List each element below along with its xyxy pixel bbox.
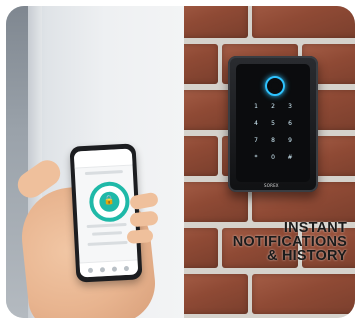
keypad-key: 7 <box>254 137 258 144</box>
keypad-key: 0 <box>271 154 275 161</box>
tab-icon <box>99 267 106 273</box>
product-image-card: 1 2 3 4 5 6 7 8 9 * 0 # SOREX 🔒 INSTANT … <box>6 6 355 318</box>
lock-status-icon: 🔒 <box>88 180 131 223</box>
keypad-key: 1 <box>254 103 258 110</box>
keypad-key: 5 <box>271 120 275 127</box>
finger <box>126 229 154 244</box>
smart-lock-keypad: 1 2 3 4 5 6 7 8 9 * 0 # SOREX <box>228 56 318 192</box>
keypad-key: * <box>254 154 258 161</box>
tab-icon <box>123 265 130 272</box>
keypad-panel: 1 2 3 4 5 6 7 8 9 * 0 # <box>236 64 310 182</box>
app-text-line <box>84 170 123 176</box>
app-text-line <box>86 222 127 229</box>
keypad-key: 3 <box>288 103 292 110</box>
keypad-key: 4 <box>254 120 258 127</box>
phone-screen: 🔒 <box>73 148 139 278</box>
caption-line: NOTIFICATIONS <box>232 234 347 250</box>
caption-line: & HISTORY <box>267 248 347 264</box>
tab-icon <box>111 266 118 272</box>
app-text-line <box>92 231 123 236</box>
keypad-key: 9 <box>288 137 292 144</box>
device-logo: SOREX <box>264 183 279 188</box>
caption-line: INSTANT <box>283 220 347 236</box>
keypad-key: 2 <box>271 103 275 110</box>
app-header <box>73 148 133 169</box>
app-tab-bar <box>79 259 139 278</box>
keypad-key: # <box>287 154 293 161</box>
app-text-line <box>87 240 128 247</box>
fingerprint-sensor-icon <box>265 76 285 96</box>
tab-icon <box>87 267 94 274</box>
keypad-key: 8 <box>271 137 275 144</box>
keypad-key: 6 <box>288 120 292 127</box>
caption: INSTANT NOTIFICATIONS & HISTORY <box>177 220 347 264</box>
smartphone: 🔒 <box>69 143 143 283</box>
